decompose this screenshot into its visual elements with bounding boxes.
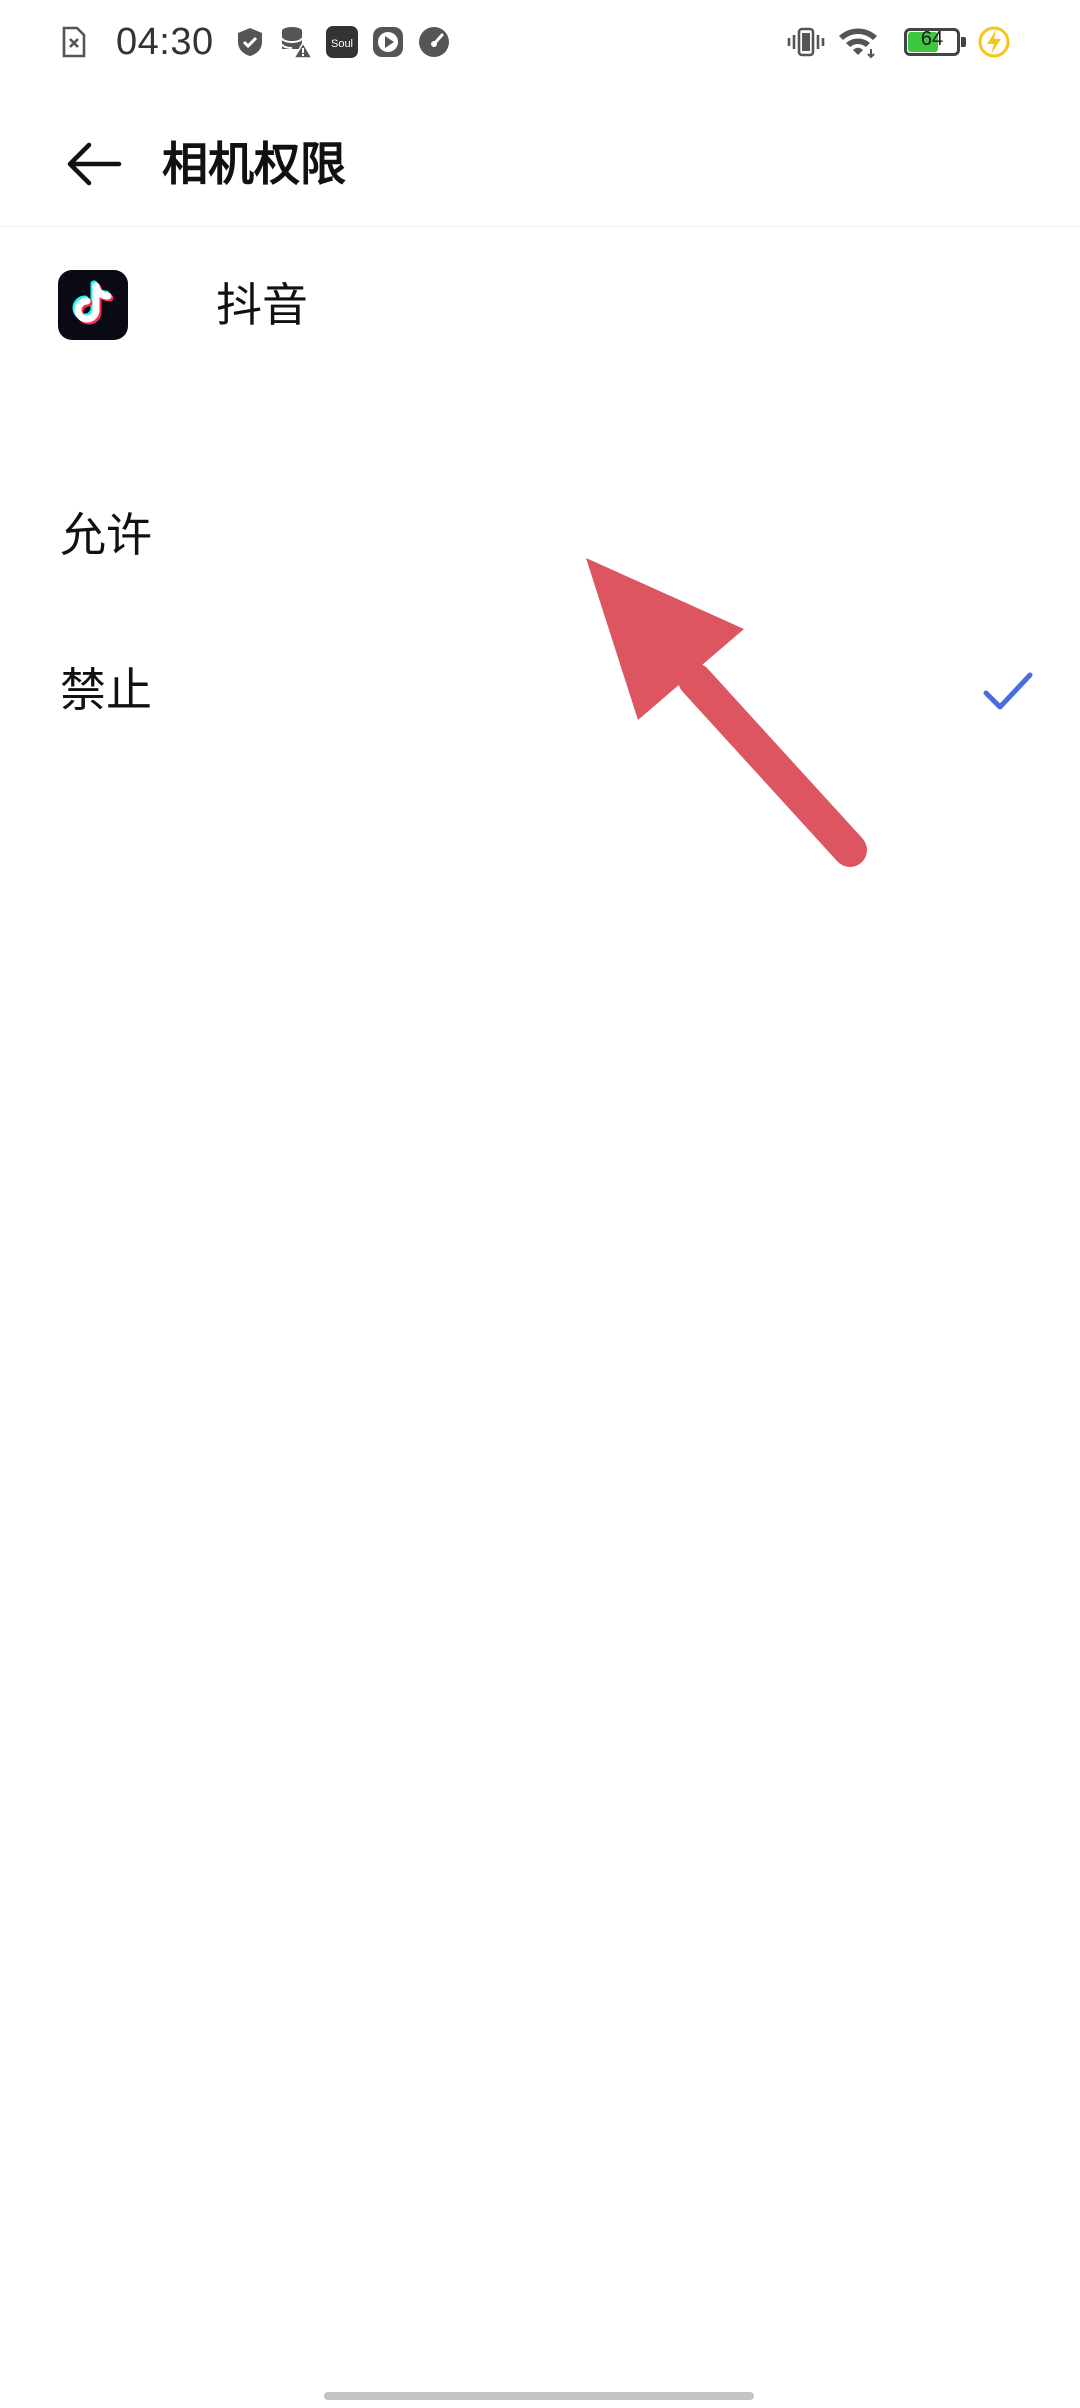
app-info-row: 抖音 [0, 260, 1080, 350]
home-indicator[interactable] [324, 2392, 754, 2400]
back-arrow-icon [67, 142, 122, 186]
app-bar: 相机权限 [0, 100, 1080, 227]
soul-app-icon: Soul [324, 24, 360, 60]
status-bar: 04:30 Soul 64 [0, 0, 1080, 84]
status-right: 64 [786, 18, 1012, 66]
tiktok-icon [58, 270, 128, 340]
back-button[interactable] [58, 128, 130, 200]
battery-icon: 64 [904, 28, 966, 56]
battery-level: 64 [920, 28, 944, 50]
option-deny-label: 禁止 [60, 663, 152, 717]
app-name: 抖音 [216, 278, 308, 332]
shield-icon [232, 24, 268, 60]
status-left: 04:30 Soul [56, 18, 462, 66]
database-warning-icon [278, 24, 314, 60]
wifi-icon [836, 24, 880, 60]
battery-cap [961, 37, 966, 47]
vibrate-icon [786, 24, 826, 60]
play-icon [370, 24, 406, 60]
option-allow-label: 允许 [60, 508, 152, 562]
file-x-icon [56, 24, 92, 60]
soul-app-label: Soul [331, 38, 353, 50]
red-arrow-annotation [586, 558, 867, 867]
checkmark-icon [983, 672, 1033, 710]
charging-icon [976, 24, 1012, 60]
status-time: 04:30 [116, 20, 214, 63]
option-deny[interactable]: 禁止 [0, 615, 1080, 765]
speedometer-icon [416, 24, 452, 60]
page-title: 相机权限 [162, 137, 346, 191]
option-allow[interactable]: 允许 [0, 460, 1080, 610]
